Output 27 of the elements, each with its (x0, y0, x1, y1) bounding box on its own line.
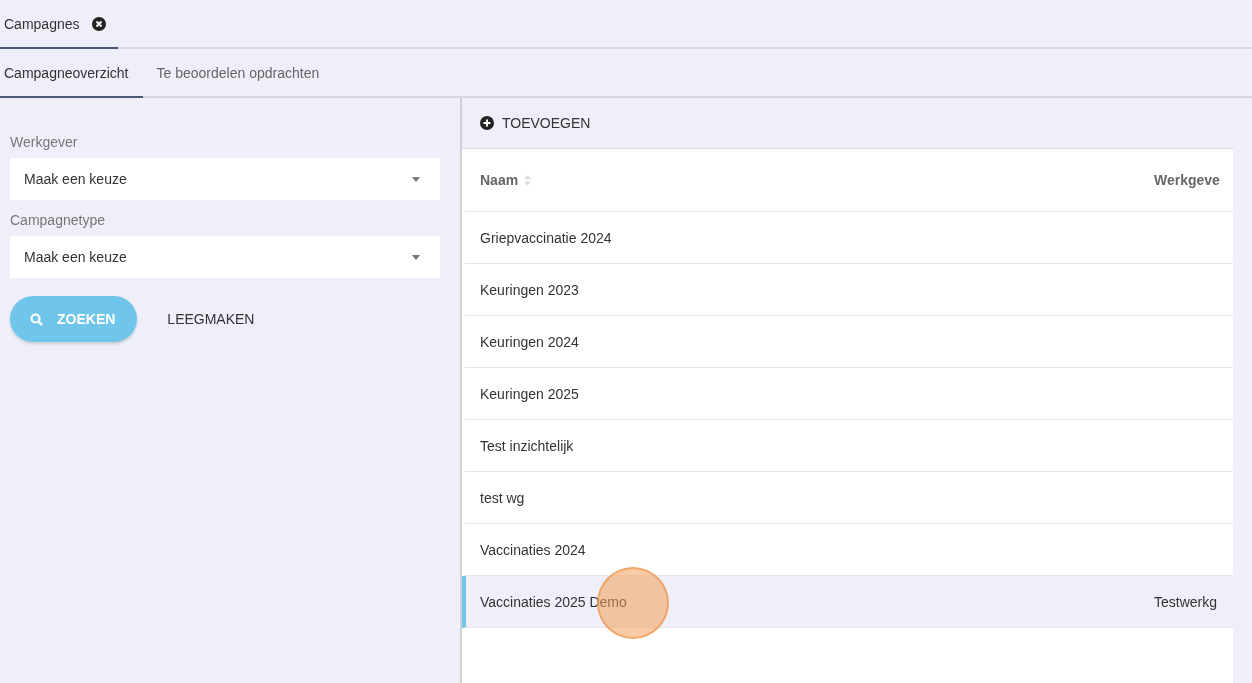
tab-label[interactable]: Campagnes (4, 15, 80, 32)
add-button[interactable]: TOEVOEGEN (480, 115, 591, 131)
search-icon (30, 312, 43, 326)
close-icon[interactable] (91, 16, 106, 31)
column-header[interactable]: Naam (480, 172, 1154, 188)
table-cell: Testwerkg (1154, 593, 1218, 610)
select-field[interactable]: Maak een keuze (10, 236, 440, 278)
table-cell-text: Keuringen 2024 (480, 333, 580, 350)
field-label: Werkgever (10, 134, 79, 150)
table-row[interactable]: Vaccinaties 2025 Demo Testwerkg (462, 576, 1233, 628)
tab[interactable]: Campagneoverzicht (0, 49, 143, 98)
module-tab[interactable]: Campagnes (0, 0, 118, 49)
column-header: Werkgeve (1154, 172, 1220, 188)
table-cell-text: Keuringen 2023 (480, 281, 580, 298)
tab[interactable]: Te beoordelen opdrachten (142, 49, 334, 98)
clear-button[interactable]: LEEGMAKEN (161, 310, 261, 328)
table-cell-text: Vaccinaties 2024 (480, 541, 587, 558)
table-cell-text: Keuringen 2025 (480, 385, 580, 402)
select-field[interactable]: Maak een keuze (10, 158, 440, 200)
caret-icon (412, 176, 420, 182)
caret-icon (412, 254, 420, 260)
table-cell-text: test wg (480, 489, 526, 506)
table-cell-text: Test inzichtelijk (480, 437, 575, 454)
table-cell-text: Vaccinaties 2025 Demo (480, 593, 628, 610)
table-cell-text: Griepvaccinatie 2024 (480, 229, 613, 246)
plus-icon[interactable] (480, 116, 494, 130)
field-label: Campagnetype (10, 212, 106, 228)
